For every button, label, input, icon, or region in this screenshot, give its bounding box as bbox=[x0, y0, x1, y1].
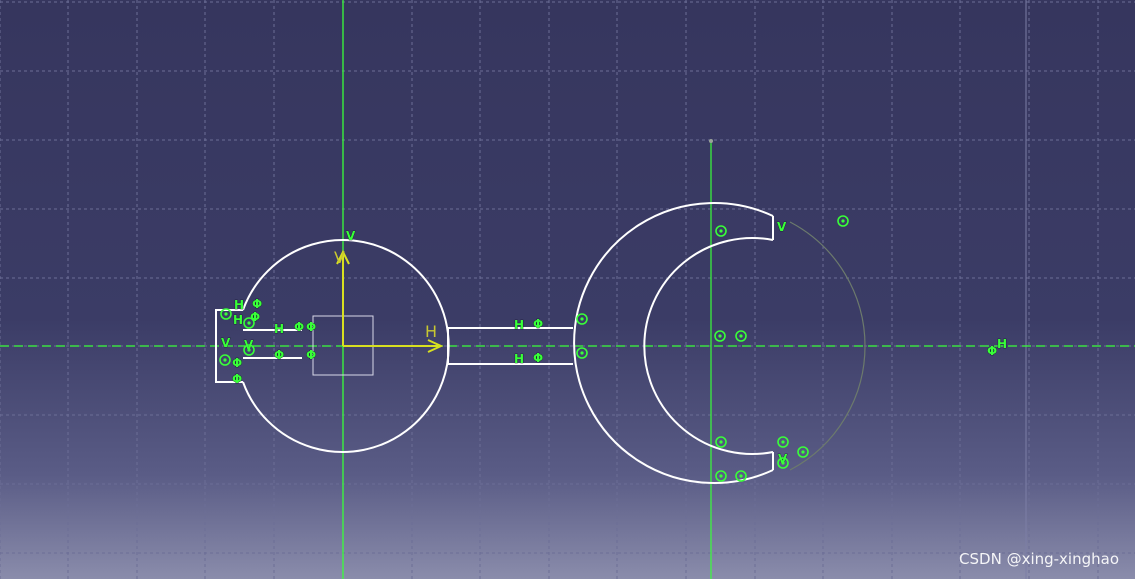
fix-constraint-icon[interactable]: Φ bbox=[306, 348, 317, 363]
coincidence-constraint-dot bbox=[719, 474, 723, 478]
fix-constraint-icon[interactable]: Φ bbox=[250, 310, 261, 325]
background-grid bbox=[0, 0, 1135, 579]
horizontal-constraint-icon[interactable]: H bbox=[234, 298, 245, 313]
origin-v-axis-label: V bbox=[334, 248, 345, 267]
sketch-canvas[interactable]: H V VH ΦH ΦH Φ ΦV VΦ ΦΦΦH ΦH ΦVVΦ H bbox=[0, 0, 1135, 579]
horizontal-constraint-icon[interactable]: H bbox=[233, 313, 244, 328]
coincidence-constraint-dot bbox=[841, 219, 845, 223]
coincidence-constraint-dot bbox=[781, 440, 785, 444]
coincidence-constraint-dot bbox=[247, 321, 251, 325]
horizontal-constraint-icon[interactable]: H bbox=[514, 318, 525, 333]
coincidence-constraint-dot bbox=[719, 229, 723, 233]
coincidence-constraint-dot bbox=[247, 348, 251, 352]
fix-constraint-icon[interactable]: Φ bbox=[232, 356, 243, 371]
fix-constraint-icon[interactable]: Φ bbox=[533, 317, 544, 332]
vertical-constraint-icon[interactable]: V bbox=[777, 220, 788, 235]
fix-constraint-icon[interactable]: Φ bbox=[252, 297, 263, 312]
sketch-viewport[interactable]: H V VHΦHΦHΦΦVVΦΦΦΦHΦHΦVVΦH CSDN @xing-xi… bbox=[0, 0, 1135, 579]
construction-point-top[interactable] bbox=[709, 139, 713, 143]
fix-constraint-icon[interactable]: Φ bbox=[306, 320, 317, 335]
coincidence-constraint-dot bbox=[739, 474, 743, 478]
fix-constraint-icon[interactable]: Φ bbox=[232, 372, 243, 387]
coincidence-constraint-dot bbox=[223, 358, 227, 362]
watermark-text: CSDN @xing-xinghao bbox=[959, 550, 1119, 568]
coincidence-constraint-dot bbox=[580, 317, 584, 321]
coincidence-constraint-dot bbox=[718, 334, 722, 338]
coincidence-constraint-dot bbox=[739, 334, 743, 338]
vertical-constraint-icon[interactable]: V bbox=[221, 336, 232, 351]
fix-constraint-icon[interactable]: Φ bbox=[294, 320, 305, 335]
fix-constraint-icon[interactable]: Φ bbox=[987, 344, 998, 359]
vertical-constraint-icon[interactable]: V bbox=[346, 229, 357, 244]
coincidence-constraint-dot bbox=[580, 351, 584, 355]
coincidence-constraint-dot bbox=[224, 312, 228, 316]
c-shape-profile[interactable] bbox=[573, 202, 774, 484]
origin-h-axis-label: H bbox=[425, 322, 437, 341]
fix-constraint-icon[interactable]: Φ bbox=[274, 348, 285, 363]
fix-constraint-icon[interactable]: Φ bbox=[533, 351, 544, 366]
horizontal-constraint-icon[interactable]: H bbox=[514, 352, 525, 367]
coincidence-constraint-dot bbox=[719, 440, 723, 444]
coincidence-constraint-dot bbox=[781, 461, 785, 465]
horizontal-constraint-icon[interactable]: H bbox=[997, 337, 1008, 352]
horizontal-constraint-icon[interactable]: H bbox=[274, 322, 285, 337]
coincidence-constraint-dot bbox=[801, 450, 805, 454]
